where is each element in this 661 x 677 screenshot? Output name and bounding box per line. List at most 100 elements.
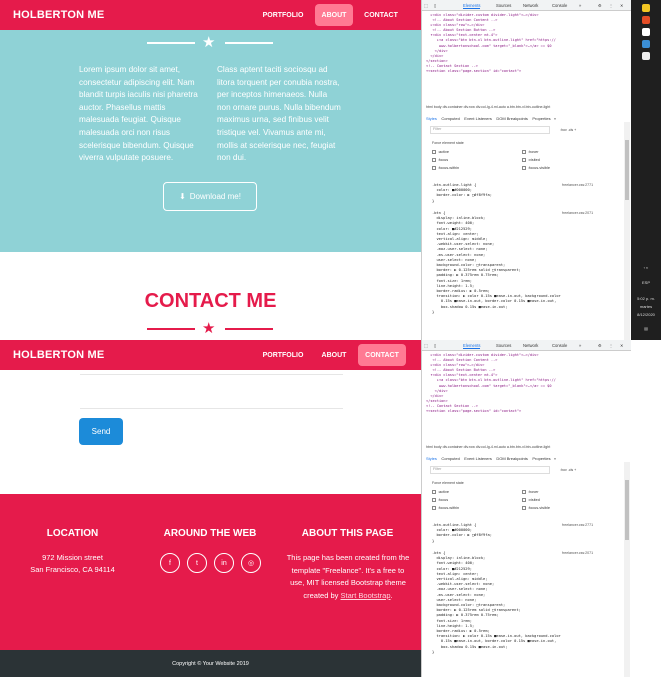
app-icon[interactable]: [642, 28, 650, 36]
scrollbar-thumb[interactable]: [625, 140, 629, 200]
state-hover[interactable]: :hover: [522, 150, 539, 154]
tab-event-listeners[interactable]: Event Listeners: [464, 116, 492, 121]
dribbble-icon[interactable]: ◎: [241, 553, 261, 573]
checkbox[interactable]: [522, 498, 526, 502]
checkbox[interactable]: [432, 158, 436, 162]
twitter-icon[interactable]: t: [187, 553, 207, 573]
tab-properties[interactable]: Properties: [532, 456, 550, 461]
notification-icon[interactable]: ▤: [631, 326, 661, 332]
dom-tree[interactable]: ▸<div class="divider-custom divider-ligh…: [426, 353, 556, 414]
brand-logo[interactable]: HOLBERTON ME: [13, 9, 104, 21]
settings-icon[interactable]: ⚙: [598, 3, 602, 8]
checkbox[interactable]: [522, 150, 526, 154]
breadcrumb[interactable]: html body div.container div.row div.col-…: [426, 445, 550, 449]
clock-date[interactable]: 8/12/2020: [631, 312, 661, 318]
styles-filter-input[interactable]: Filter: [430, 466, 550, 474]
breadcrumb[interactable]: html body div.container div.row div.col-…: [426, 105, 550, 109]
nav-contact[interactable]: CONTACT: [361, 0, 401, 30]
tab-elements[interactable]: Elements: [463, 3, 481, 9]
more-options-icon[interactable]: ⋮: [609, 3, 613, 8]
download-button[interactable]: ⬇ Download me!: [163, 182, 257, 211]
filter-tools[interactable]: :hov .cls +: [560, 128, 576, 132]
clock-day[interactable]: martes: [631, 304, 661, 310]
rule-source[interactable]: freelancer.css:2071: [562, 551, 593, 555]
tab-dom-breakpoints[interactable]: DOM Breakpoints: [496, 456, 528, 461]
tab-event-listeners[interactable]: Event Listeners: [464, 456, 492, 461]
inspect-icon[interactable]: ⬚: [424, 3, 428, 8]
checkbox[interactable]: [432, 490, 436, 494]
inspect-icon[interactable]: ⬚: [424, 343, 428, 348]
tab-sources[interactable]: Sources: [496, 3, 511, 8]
tab-more[interactable]: »: [554, 116, 556, 121]
tab-styles[interactable]: Styles: [426, 456, 437, 461]
state-hover[interactable]: :hover: [522, 490, 539, 494]
checkbox[interactable]: [432, 506, 436, 510]
dom-tree[interactable]: ▸<div class="divider-custom divider-ligh…: [426, 13, 556, 74]
checkbox[interactable]: [522, 506, 526, 510]
close-icon[interactable]: ✕: [620, 3, 624, 8]
css-rule-btn-outline-light[interactable]: .btn-outline-light { color: ■#000000; bo…: [432, 183, 492, 204]
state-focus-visible[interactable]: :focus-visible: [522, 166, 550, 170]
css-rule-btn-outline-light[interactable]: .btn-outline-light { color: ■#000000; bo…: [432, 523, 492, 544]
checkbox[interactable]: [522, 158, 526, 162]
nav-about[interactable]: ABOUT: [315, 4, 353, 26]
clock-time[interactable]: 5:02 p. m.: [631, 296, 661, 302]
state-active[interactable]: :active: [432, 150, 449, 154]
rule-source[interactable]: freelancer.css:2771: [562, 523, 593, 527]
brand-logo[interactable]: HOLBERTON ME: [13, 349, 104, 361]
nav-about[interactable]: ABOUT: [315, 340, 353, 370]
checkbox[interactable]: [522, 490, 526, 494]
checkbox[interactable]: [522, 166, 526, 170]
tab-styles[interactable]: Styles: [426, 116, 437, 121]
app-icon[interactable]: [642, 16, 650, 24]
css-rule-btn[interactable]: .btn { display: inline-block; font-weigh…: [432, 551, 561, 655]
checkbox[interactable]: [432, 166, 436, 170]
tab-console[interactable]: Console: [552, 343, 567, 348]
state-visited[interactable]: :visited: [522, 498, 540, 502]
form-field-line[interactable]: [80, 374, 343, 375]
linkedin-icon[interactable]: in: [214, 553, 234, 573]
rule-source[interactable]: freelancer.css:2071: [562, 211, 593, 215]
send-button[interactable]: Send: [79, 418, 123, 445]
nav-portfolio[interactable]: PORTFOLIO: [261, 340, 305, 370]
css-rule-btn[interactable]: .btn { display: inline-block; font-weigh…: [432, 211, 561, 315]
chevron-up-icon[interactable]: ‹ ◐: [631, 265, 661, 271]
tab-dom-breakpoints[interactable]: DOM Breakpoints: [496, 116, 528, 121]
tab-sources[interactable]: Sources: [496, 343, 511, 348]
tab-more[interactable]: »: [554, 456, 556, 461]
language-indicator[interactable]: ESP: [631, 280, 661, 286]
start-bootstrap-link[interactable]: Start Bootstrap: [341, 591, 391, 600]
state-focus-within[interactable]: :focus-within: [432, 506, 459, 510]
device-icon[interactable]: ▯: [434, 3, 436, 8]
nav-contact[interactable]: CONTACT: [358, 344, 406, 366]
device-icon[interactable]: ▯: [434, 343, 436, 348]
tab-computed[interactable]: Computed: [441, 456, 459, 461]
nav-portfolio[interactable]: PORTFOLIO: [261, 0, 305, 30]
chrome-icon[interactable]: [642, 4, 650, 12]
checkbox[interactable]: [432, 498, 436, 502]
state-visited[interactable]: :visited: [522, 158, 540, 162]
scrollbar-thumb[interactable]: [625, 480, 629, 540]
close-icon[interactable]: ✕: [620, 343, 624, 348]
tab-network[interactable]: Network: [523, 3, 538, 8]
more-options-icon[interactable]: ⋮: [609, 343, 613, 348]
vscode-icon[interactable]: [642, 40, 650, 48]
facebook-icon[interactable]: f: [160, 553, 180, 573]
tab-console[interactable]: Console: [552, 3, 567, 8]
styles-filter-input[interactable]: Filter: [430, 126, 550, 134]
rule-source[interactable]: freelancer.css:2771: [562, 183, 593, 187]
state-active[interactable]: :active: [432, 490, 449, 494]
form-field-line[interactable]: [80, 408, 343, 409]
tab-more[interactable]: »: [579, 343, 581, 348]
filter-tools[interactable]: :hov .cls +: [560, 468, 576, 472]
file-icon[interactable]: [642, 52, 650, 60]
state-focus[interactable]: :focus: [432, 158, 448, 162]
state-focus-visible[interactable]: :focus-visible: [522, 506, 550, 510]
tab-properties[interactable]: Properties: [532, 116, 550, 121]
state-focus-within[interactable]: :focus-within: [432, 166, 459, 170]
tab-more[interactable]: »: [579, 3, 581, 8]
tab-elements[interactable]: Elements: [463, 343, 481, 349]
tab-network[interactable]: Network: [523, 343, 538, 348]
settings-icon[interactable]: ⚙: [598, 343, 602, 348]
checkbox[interactable]: [432, 150, 436, 154]
